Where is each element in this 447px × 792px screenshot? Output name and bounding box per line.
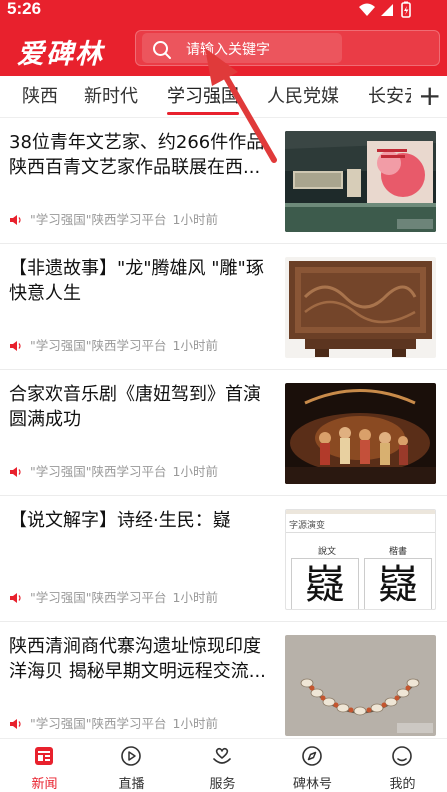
app-header: 5:26 爱碑林 请输入关键字 — [0, 0, 447, 76]
article-item[interactable]: 【非遗故事】"龙"腾雄风 "雕"琢快意人生 "学习强国"陕西学习平台 1小时前 — [0, 244, 447, 370]
status-icons — [357, 1, 417, 23]
article-source: "学习强国"陕西学习平台 — [30, 338, 167, 353]
live-play-icon — [121, 746, 141, 766]
wifi-signal-battery-icon — [359, 1, 411, 18]
shell-necklace-image — [285, 635, 436, 736]
plus-icon: + — [418, 79, 442, 112]
audio-speaker-icon[interactable] — [9, 592, 22, 604]
nav-mine[interactable]: 我的 — [358, 739, 447, 792]
audio-speaker-icon[interactable] — [9, 466, 22, 478]
article-meta: "学习强国"陕西学习平台 1小时前 — [9, 209, 218, 228]
nav-label: 直播 — [118, 777, 145, 792]
channel-tabs: 陕西 新时代 学习强国 人民党媒 长安云 + — [0, 76, 447, 118]
news-icon — [35, 747, 53, 765]
article-source: "学习强国"陕西学习平台 — [30, 716, 167, 731]
article-title: 【说文解字】诗经·生民：嶷 — [9, 510, 231, 531]
app-root: 5:26 爱碑林 请输入关键字 陕西 新时代 学习强国 人民党媒 长安云 + 3… — [0, 0, 447, 792]
exhibition-hall-image — [285, 131, 436, 232]
status-bar: 5:26 — [0, 0, 447, 22]
thumb-header-text: 字源演变 — [289, 521, 326, 531]
nav-label: 新闻 — [31, 777, 58, 792]
article-thumbnail: 字源演变 說文 楷書 嶷 嶷 — [285, 509, 436, 610]
add-channel-button[interactable]: + — [411, 76, 447, 117]
article-thumbnail — [285, 257, 436, 358]
search-icon — [153, 41, 171, 59]
search-placeholder: 请输入关键字 — [186, 42, 270, 58]
nav-news[interactable]: 新闻 — [0, 739, 89, 792]
article-meta: "学习强国"陕西学习平台 1小时前 — [9, 461, 218, 480]
tab-xuexi-qiangguo[interactable]: 学习强国 — [167, 82, 239, 108]
article-time: 1小时前 — [172, 716, 218, 731]
article-meta: "学习强国"陕西学习平台 1小时前 — [9, 587, 218, 606]
thumb-glyph-seal: 嶷 — [305, 562, 345, 608]
search-bar[interactable]: 请输入关键字 — [135, 30, 440, 66]
active-tab-indicator — [167, 112, 239, 115]
article-source: "学习强国"陕西学习平台 — [30, 212, 167, 227]
nav-label: 碑林号 — [292, 777, 332, 792]
thumb-glyph-regular: 嶷 — [378, 562, 418, 608]
nav-live[interactable]: 直播 — [87, 739, 176, 792]
stage-performance-image — [285, 383, 436, 484]
carved-screen-image — [285, 257, 436, 358]
nav-label: 我的 — [389, 777, 416, 792]
tab-new-era[interactable]: 新时代 — [84, 82, 138, 108]
nav-service[interactable]: 服务 — [178, 739, 267, 792]
service-heart-icon — [213, 747, 231, 764]
bottom-nav: 新闻 直播 服务 碑林号 我的 — [0, 738, 447, 792]
article-thumbnail — [285, 383, 436, 484]
tab-shaanxi[interactable]: 陕西 — [22, 82, 58, 108]
audio-speaker-icon[interactable] — [9, 718, 22, 730]
thumb-header-rule — [286, 532, 435, 533]
article-title: 【非遗故事】"龙"腾雄风 "雕"琢快意人生 — [9, 258, 264, 304]
nav-beilin-account[interactable]: 碑林号 — [268, 739, 357, 792]
article-thumbnail — [285, 635, 436, 736]
profile-icon — [392, 746, 412, 766]
audio-speaker-icon[interactable] — [9, 214, 22, 226]
article-item[interactable]: 陕西清涧商代寨沟遗址惊现印度洋海贝 揭秘早期文明远程交流... "学习强国"陕西… — [0, 622, 447, 738]
article-title: 合家欢音乐剧《唐妞驾到》首演圆满成功 — [9, 384, 261, 430]
nav-label: 服务 — [209, 777, 236, 792]
app-logo[interactable]: 爱碑林 — [17, 32, 104, 71]
article-source: "学习强国"陕西学习平台 — [30, 464, 167, 479]
article-time: 1小时前 — [172, 464, 218, 479]
thumb-top-rule — [286, 510, 435, 514]
article-title: 38位青年文艺家、约266件作品陕西百青文艺家作品联展在西... — [9, 132, 265, 178]
audio-speaker-icon[interactable] — [9, 340, 22, 352]
article-source: "学习强国"陕西学习平台 — [30, 590, 167, 605]
status-time: 5:26 — [7, 0, 42, 18]
thumb-col2-label: 楷書 — [389, 547, 408, 557]
article-thumbnail — [285, 131, 436, 232]
article-item[interactable]: 38位青年文艺家、约266件作品陕西百青文艺家作品联展在西... "学习强国"陕… — [0, 118, 447, 244]
thumb-col1-label: 說文 — [318, 547, 337, 557]
article-time: 1小时前 — [172, 590, 218, 605]
article-meta: "学习强国"陕西学习平台 1小时前 — [9, 335, 218, 354]
article-time: 1小时前 — [172, 338, 218, 353]
article-meta: "学习强国"陕西学习平台 1小时前 — [9, 713, 218, 732]
article-title: 陕西清涧商代寨沟遗址惊现印度洋海贝 揭秘早期文明远程交流... — [9, 636, 266, 682]
compass-icon — [302, 746, 322, 766]
article-item[interactable]: 【说文解字】诗经·生民：嶷 "学习强国"陕西学习平台 1小时前 字源演变 說文 楷… — [0, 496, 447, 622]
article-item[interactable]: 合家欢音乐剧《唐妞驾到》首演圆满成功 "学习强国"陕西学习平台 1小时前 — [0, 370, 447, 496]
tab-peoples-party-media[interactable]: 人民党媒 — [267, 82, 339, 108]
article-time: 1小时前 — [172, 212, 218, 227]
